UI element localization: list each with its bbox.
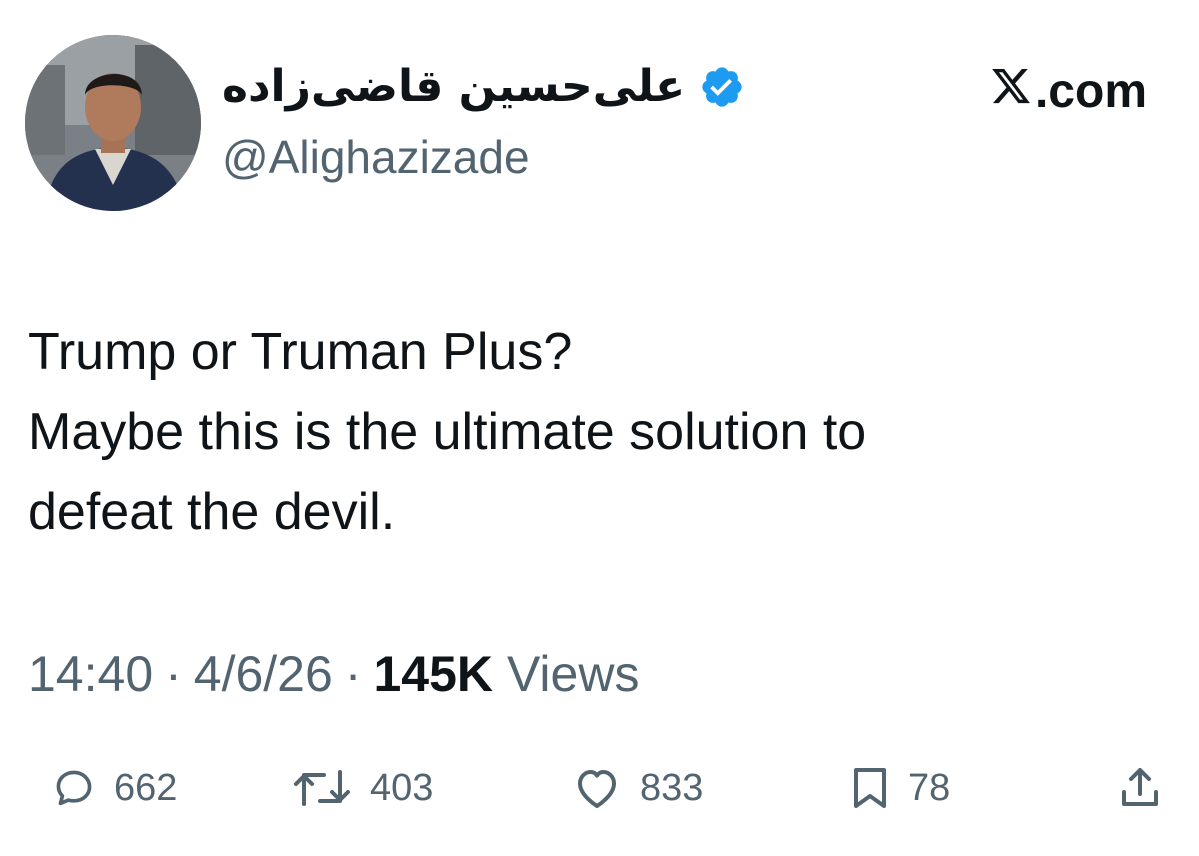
author-name-row: علی‌حسین قاضی‌زاده — [222, 52, 745, 122]
meta-separator: · — [165, 646, 182, 702]
avatar-photo — [25, 35, 201, 211]
reply-count: 662 — [114, 766, 178, 809]
bookmark-button[interactable]: 78 — [850, 758, 950, 818]
repost-button[interactable]: 403 — [292, 758, 433, 818]
meta-separator: · — [344, 646, 362, 702]
tweet-date[interactable]: 4/6/26 — [194, 645, 333, 703]
verified-badge-icon — [699, 64, 745, 110]
share-button[interactable] — [1116, 758, 1164, 818]
like-button[interactable]: 833 — [572, 758, 703, 818]
brand-domain: .com — [1034, 65, 1147, 118]
tweet-time[interactable]: 14:40 — [28, 645, 153, 703]
share-icon — [1116, 764, 1164, 812]
views-count: 145K — [373, 646, 493, 702]
heart-icon — [572, 766, 622, 810]
like-count: 833 — [640, 766, 704, 809]
tweet-meta: 14:40 · 4/6/26 · 145K Views — [28, 645, 639, 703]
bookmark-count: 78 — [908, 766, 951, 809]
repost-icon — [292, 766, 352, 810]
repost-count: 403 — [370, 766, 434, 809]
tweet-text: Trump or Truman Plus? Maybe this is the … — [28, 312, 1168, 552]
reply-button[interactable]: 662 — [52, 758, 177, 818]
action-bar: 662 403 833 78 — [0, 758, 1199, 818]
brand-watermark: .com — [989, 64, 1147, 119]
tweet-line: Trump or Truman Plus? — [28, 323, 573, 381]
bookmark-icon — [850, 766, 890, 810]
views-label: Views — [506, 646, 640, 702]
tweet-line: Maybe this is the ultimate solution to — [28, 403, 867, 461]
avatar[interactable] — [25, 35, 201, 211]
author-display-name[interactable]: علی‌حسین قاضی‌زاده — [222, 65, 685, 109]
author-handle[interactable]: @Alighazizade — [222, 130, 530, 184]
reply-icon — [52, 766, 96, 810]
x-logo-icon — [989, 64, 1033, 119]
tweet-line: defeat the devil. — [28, 483, 396, 541]
